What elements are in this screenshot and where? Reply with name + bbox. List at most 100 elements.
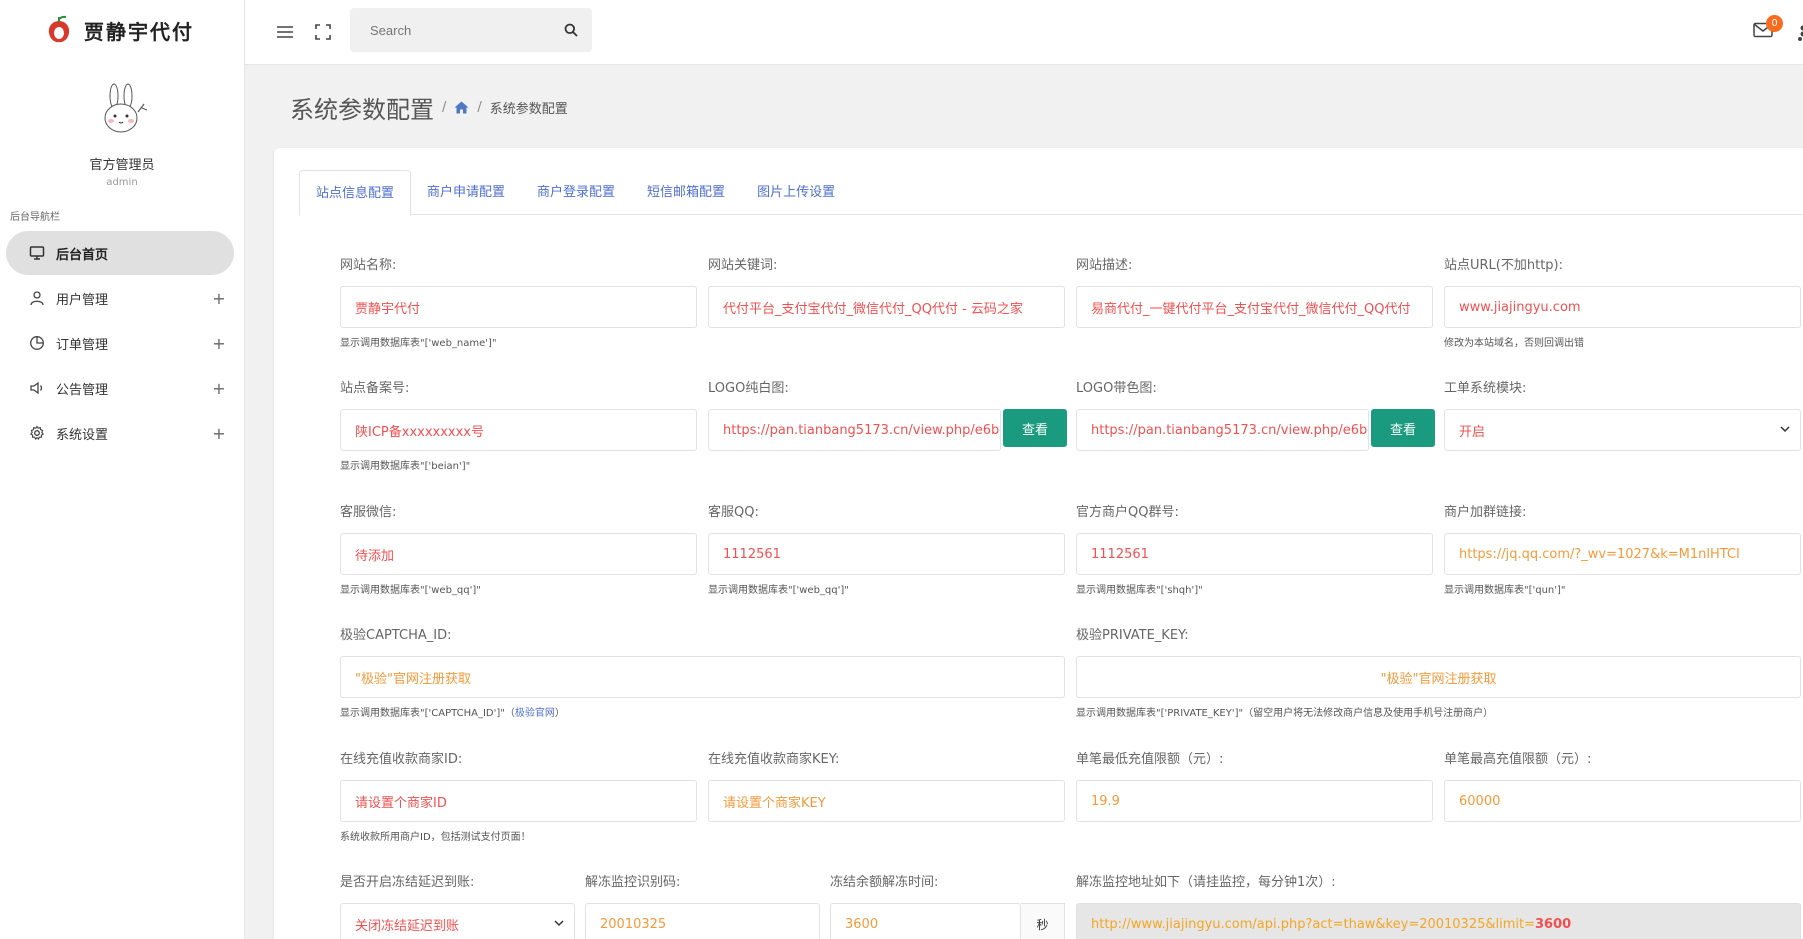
search-box — [350, 8, 592, 52]
view-logo-white-button[interactable]: 查看 — [1003, 409, 1067, 447]
chevron-down-icon — [554, 920, 564, 927]
freeze-field: 是否开启冻结延迟到账: 关闭冻结延迟到账 — [340, 871, 575, 939]
sidebar-item-orders[interactable]: 订单管理 + — [6, 321, 234, 365]
beian-input[interactable]: 陕ICP备xxxxxxxxx号 — [340, 409, 697, 451]
field-label: 网站描述: — [1076, 258, 1133, 273]
brand[interactable]: 贾静宇代付 — [0, 0, 244, 60]
sidebar-item-users[interactable]: 用户管理 + — [6, 276, 234, 320]
view-logo-color-button[interactable]: 查看 — [1371, 409, 1435, 447]
description-input[interactable]: 易商代付_一键代付平台_支付宝代付_微信代付_QQ代付 — [1076, 286, 1433, 328]
group-link-input[interactable]: https://jq.qq.com/?_wv=1027&k=M1nlHTCI — [1444, 533, 1801, 575]
freeze-select[interactable]: 关闭冻结延迟到账 — [340, 903, 575, 939]
qq-input[interactable]: 1112561 — [708, 533, 1065, 575]
tab-merchant-login[interactable]: 商户登录配置 — [521, 170, 631, 215]
field-label: 商户加群链接: — [1444, 505, 1527, 520]
topbar: 0 — [245, 0, 1803, 65]
wechat-input[interactable]: 待添加 — [340, 533, 697, 575]
field-label: 是否开启冻结延迟到账: — [340, 875, 475, 890]
seconds-addon: 秒 — [1021, 903, 1065, 939]
wechat-field: 客服微信: 待添加 显示调用数据库表"['web_qq']" — [340, 501, 697, 596]
max-recharge-input[interactable]: 60000 — [1444, 780, 1801, 822]
private-key-input[interactable]: "极验"官网注册获取 — [1076, 656, 1801, 698]
qq-group-field: 官方商户QQ群号: 1112561 显示调用数据库表"['shqh']" — [1076, 501, 1433, 596]
unfreeze-time-input[interactable]: 3600 — [830, 903, 1021, 939]
tab-sms-email[interactable]: 短信邮箱配置 — [631, 170, 741, 215]
site-url-field: 站点URL(不加http): www.jiajingyu.com 修改为本站域名… — [1444, 254, 1801, 349]
mail-button[interactable]: 0 — [1753, 15, 1783, 42]
field-hint: 显示调用数据库表"['PRIVATE_KEY']"（留空用户将无法修改商户信息及… — [1076, 708, 1494, 719]
sidebar-item-dashboard[interactable]: 后台首页 — [6, 231, 234, 275]
nav-caption: 后台导航栏 — [10, 212, 60, 223]
sidebar-item-label: 公告管理 — [56, 382, 109, 398]
field-label: LOGO带色图: — [1076, 381, 1157, 396]
search-button[interactable] — [550, 23, 592, 37]
keywords-input[interactable]: 代付平台_支付宝代付_微信代付_QQ代付 - 云码之家 — [708, 286, 1065, 328]
ticket-field: 工单系统模块: 开启 — [1444, 377, 1801, 451]
private-key-field: 极验PRIVATE_KEY: "极验"官网注册获取 显示调用数据库表"['PRI… — [1076, 624, 1801, 719]
merchant-key-field: 在线充值收款商家KEY: 请设置个商家KEY — [708, 748, 1065, 822]
menu-toggle-button[interactable] — [271, 18, 299, 46]
chevron-down-icon — [1780, 426, 1790, 433]
user-icon — [26, 287, 48, 309]
avatar[interactable] — [92, 82, 152, 142]
settings-card: 站点信息配置 商户申请配置 商户登录配置 短信邮箱配置 图片上传设置 网站名称:… — [274, 148, 1803, 939]
logo-white-input[interactable]: https://pan.tianbang5173.cn/view.php/e6b — [708, 409, 1001, 451]
field-label: 单笔最低充值限额（元）: — [1076, 752, 1224, 767]
monitor-url-limit: 3600 — [1535, 916, 1572, 932]
logo-color-field: LOGO带色图: https://pan.tianbang5173.cn/vie… — [1076, 377, 1435, 451]
tab-merchant-apply[interactable]: 商户申请配置 — [411, 170, 521, 215]
monitor-icon — [26, 242, 48, 264]
search-icon — [564, 23, 578, 37]
breadcrumb-separator: / — [442, 100, 447, 115]
field-hint: 显示调用数据库表"['beian']" — [340, 461, 471, 472]
field-label: 站点URL(不加http): — [1444, 258, 1563, 273]
field-hint: 显示调用数据库表"['shqh']" — [1076, 585, 1203, 596]
hint-text: ） — [554, 708, 565, 719]
mail-count-badge: 0 — [1766, 15, 1783, 32]
logo-color-input[interactable]: https://pan.tianbang5173.cn/view.php/e6b — [1076, 409, 1369, 451]
ticket-select[interactable]: 开启 — [1444, 409, 1801, 451]
merchant-id-input[interactable]: 请设置个商家ID — [340, 780, 697, 822]
page-title: 系统参数配置 — [290, 96, 434, 124]
sidebar-item-label: 系统设置 — [56, 427, 109, 443]
monitor-code-input[interactable]: 20010325 — [585, 903, 820, 939]
geetest-link[interactable]: 极验官网 — [515, 708, 555, 719]
field-hint: 显示调用数据库表"['web_qq']" — [340, 585, 481, 596]
web-name-input[interactable]: 贾静宇代付 — [340, 286, 697, 328]
breadcrumb-home-link[interactable] — [454, 101, 469, 114]
field-hint: 显示调用数据库表"['CAPTCHA_ID']"（极验官网） — [340, 704, 565, 719]
sidebar-item-notices[interactable]: 公告管理 + — [6, 366, 234, 410]
field-label: 在线充值收款商家ID: — [340, 752, 463, 767]
tab-image-upload[interactable]: 图片上传设置 — [741, 170, 851, 215]
min-recharge-input[interactable]: 19.9 — [1076, 780, 1433, 822]
search-input[interactable] — [350, 8, 550, 52]
expand-icon[interactable]: + — [204, 379, 234, 398]
sidebar-item-settings[interactable]: 系统设置 + — [6, 411, 234, 455]
expand-icon[interactable]: + — [204, 334, 234, 353]
expand-icon[interactable]: + — [204, 424, 234, 443]
fullscreen-button[interactable] — [309, 18, 337, 46]
site-url-input[interactable]: www.jiajingyu.com — [1444, 286, 1801, 328]
unfreeze-time-field: 冻结余额解冻时间: 3600 秒 — [830, 871, 1065, 939]
field-label: 极验PRIVATE_KEY: — [1076, 628, 1189, 643]
captcha-id-input[interactable]: "极验"官网注册获取 — [340, 656, 1065, 698]
monitor-url-field: 解冻监控地址如下（请挂监控，每分钟1次）: http://www.jiajing… — [1076, 871, 1801, 939]
field-label: 解冻监控地址如下（请挂监控，每分钟1次）: — [1076, 875, 1336, 890]
gear-icon — [26, 422, 48, 444]
field-label: 极验CAPTCHA_ID: — [340, 628, 452, 643]
field-label: 在线充值收款商家KEY: — [708, 752, 840, 767]
more-icon[interactable] — [1797, 24, 1803, 42]
group-link-field: 商户加群链接: https://jq.qq.com/?_wv=1027&k=M1… — [1444, 501, 1801, 596]
tab-site-info[interactable]: 站点信息配置 — [299, 170, 412, 216]
breadcrumb-current: 系统参数配置 — [489, 102, 568, 117]
field-label: 站点备案号: — [340, 381, 410, 396]
monitor-url-readonly[interactable]: http://www.jiajingyu.com/api.php?act=tha… — [1076, 903, 1801, 939]
sidebar-nav: 后台首页 用户管理 + 订单管理 + 公告管理 + 系统设置 + — [0, 231, 244, 455]
field-label: 客服QQ: — [708, 505, 759, 520]
qq-group-input[interactable]: 1112561 — [1076, 533, 1433, 575]
expand-icon[interactable]: + — [204, 289, 234, 308]
field-hint: 系统收款所用商户ID，包括测试支付页面！ — [340, 832, 531, 843]
breadcrumb-separator: / — [477, 100, 482, 115]
field-hint: 显示调用数据库表"['qun']" — [1444, 585, 1566, 596]
merchant-key-input[interactable]: 请设置个商家KEY — [708, 780, 1065, 822]
